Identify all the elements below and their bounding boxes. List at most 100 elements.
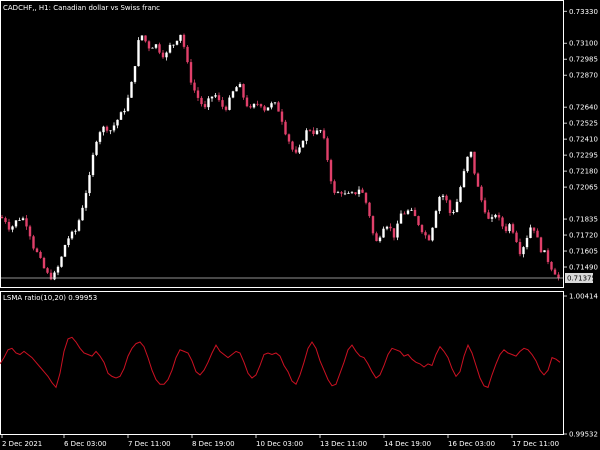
time-tick-label: 6 Dec 03:00 xyxy=(64,440,107,448)
candle-body xyxy=(277,102,280,112)
candle-body xyxy=(375,233,378,242)
price-tick-label: 0.73100 xyxy=(569,40,598,48)
candle-body xyxy=(522,247,525,255)
candle-body xyxy=(361,189,364,193)
candle-body xyxy=(326,138,329,161)
candle-body xyxy=(60,256,63,267)
candle-body xyxy=(70,231,74,239)
candle-body xyxy=(410,209,413,211)
trading-chart: CADCHF,, H1: Canadian dollar vs Swiss fr… xyxy=(0,0,600,450)
time-tick-label: 13 Dec 11:00 xyxy=(320,440,367,448)
candle-body xyxy=(284,121,287,135)
candle-body xyxy=(539,237,543,253)
candle-body xyxy=(459,187,462,202)
candle-body xyxy=(350,192,354,194)
candle-body xyxy=(266,107,270,111)
candle-body xyxy=(221,100,224,107)
candle-body xyxy=(179,34,182,41)
chart-title: CADCHF,, H1: Canadian dollar vs Swiss fr… xyxy=(3,4,160,12)
candle-body xyxy=(529,227,532,238)
candle-body xyxy=(109,130,112,132)
candle-body xyxy=(427,235,431,241)
candle-body xyxy=(168,44,172,53)
candle-body xyxy=(364,192,368,203)
time-tick-label: 2 Dec 2021 xyxy=(2,440,42,448)
candle-body xyxy=(315,130,319,134)
candle-body xyxy=(112,125,116,131)
candle-body xyxy=(175,40,179,45)
candle-body xyxy=(28,226,32,237)
candle-body xyxy=(357,189,361,195)
candle-body xyxy=(406,210,410,214)
candle-body xyxy=(343,193,347,195)
candle-body xyxy=(378,237,382,242)
candle-body xyxy=(263,106,266,111)
candle-body xyxy=(438,196,441,212)
candle-body xyxy=(147,41,151,49)
candle-body xyxy=(144,35,147,42)
candle-body xyxy=(399,213,403,224)
current-price-marker: 0.71375 xyxy=(565,273,596,283)
candle-body xyxy=(396,223,399,238)
candle-body xyxy=(126,97,130,111)
candle-body xyxy=(186,46,189,63)
candle-body xyxy=(308,130,312,132)
time-tick-label: 17 Dec 11:00 xyxy=(512,440,559,448)
candle-body xyxy=(228,97,231,110)
candle-body xyxy=(333,181,336,193)
candle-body xyxy=(21,218,25,221)
candle-body xyxy=(32,236,35,249)
indicator-tick-label: 1.00414 xyxy=(569,293,598,301)
candle-body xyxy=(151,47,154,49)
candle-body xyxy=(301,140,305,148)
candle-body xyxy=(165,52,168,58)
price-tick-label: 0.72525 xyxy=(569,120,598,128)
candle-body xyxy=(424,232,427,236)
price-y-axis: 0.73330 0.73100 0.72985 0.72870 0.72640 0.725… xyxy=(563,8,598,272)
candle-body xyxy=(543,250,546,253)
candle-body xyxy=(532,227,536,231)
candle-body xyxy=(550,261,553,270)
candle-body xyxy=(98,132,102,142)
candle-body xyxy=(210,96,214,99)
candle-body xyxy=(35,248,39,253)
candle-body xyxy=(413,209,417,217)
candle-body xyxy=(403,213,406,215)
candle-body xyxy=(200,97,203,105)
candle-body xyxy=(189,62,193,83)
candle-body xyxy=(347,192,350,194)
indicator-tick-label: 0.99532 xyxy=(569,431,598,439)
candle-body xyxy=(385,226,389,229)
candle-body xyxy=(392,228,396,238)
candle-body xyxy=(270,103,273,108)
candle-body xyxy=(161,52,165,58)
candle-body xyxy=(242,84,245,98)
indicator-title: LSMA ratio(10,20) 0.99953 xyxy=(3,294,97,302)
price-tick-label: 0.73330 xyxy=(569,8,598,16)
candle-body xyxy=(329,160,333,182)
candle-body xyxy=(238,84,242,88)
candle-body xyxy=(252,103,256,108)
candle-body xyxy=(466,156,469,172)
candle-body xyxy=(448,200,452,213)
candle-body xyxy=(74,230,77,232)
candle-body xyxy=(417,216,420,226)
candle-body xyxy=(25,218,28,227)
candle-body xyxy=(462,171,466,188)
candle-body xyxy=(368,202,371,217)
candle-body xyxy=(63,245,67,257)
candle-body xyxy=(158,44,161,53)
candle-body xyxy=(77,220,81,231)
candle-body xyxy=(154,44,158,48)
candle-body xyxy=(336,192,340,194)
candle-body xyxy=(322,130,326,139)
time-tick-label: 14 Dec 19:00 xyxy=(384,440,431,448)
candle-body xyxy=(56,266,60,273)
candle-body xyxy=(172,44,175,46)
candle-body xyxy=(382,228,385,238)
price-tick-label: 0.71605 xyxy=(569,248,598,256)
price-tick-label: 0.72180 xyxy=(569,168,598,176)
candle-body xyxy=(84,193,88,208)
candle-body xyxy=(518,242,522,255)
candle-body xyxy=(214,95,217,97)
